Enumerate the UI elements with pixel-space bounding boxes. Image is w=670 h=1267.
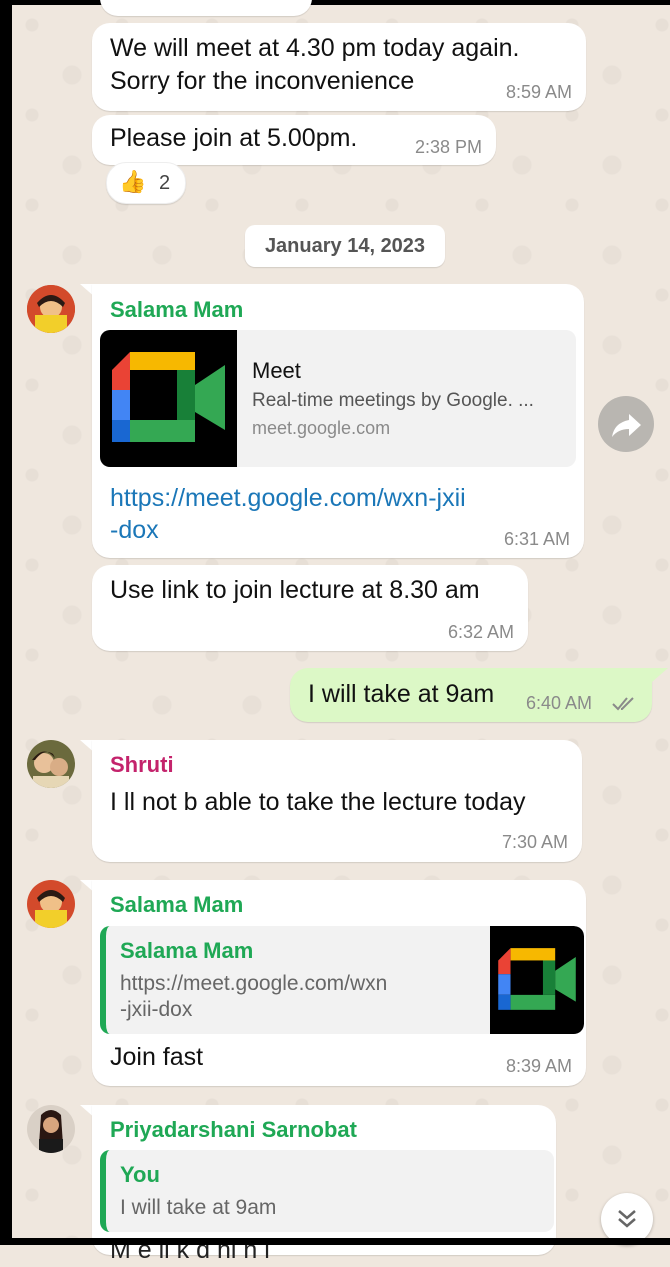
sender-name[interactable]: Priyadarshani Sarnobat xyxy=(110,1117,357,1143)
message-time: 6:32 AM xyxy=(447,622,514,642)
message-text: Please join at 5.00pm. xyxy=(110,124,358,152)
message-time: 6:40 AM xyxy=(526,693,593,713)
thumbs-up-icon: 👍 xyxy=(119,169,147,194)
avatar[interactable] xyxy=(27,1105,75,1153)
message-bubble-link-preview[interactable]: Salama Mam Meet Real-time meetings by Go… xyxy=(92,284,584,558)
double-check-icon xyxy=(612,697,634,711)
bubble-tail xyxy=(652,668,668,682)
quoted-message[interactable]: Salama Mam https://meet.google.com/wxn -… xyxy=(100,926,584,1034)
message-text: Use link to join lecture at 8.30 am xyxy=(110,576,480,604)
quoted-message[interactable]: You I will take at 9am xyxy=(100,1150,554,1232)
sender-name[interactable]: Salama Mam xyxy=(110,892,243,918)
message-time: 2:38 PM xyxy=(414,137,482,157)
link-preview-title: Meet xyxy=(252,358,301,383)
quoted-text: -jxii-dox xyxy=(120,998,193,1021)
quoted-text: I will take at 9am xyxy=(120,1196,277,1219)
message-link[interactable]: -dox xyxy=(110,513,159,547)
forward-button[interactable] xyxy=(598,396,654,452)
reaction-count: 2 xyxy=(159,172,171,194)
message-text: We will meet at 4.30 pm today again. xyxy=(110,34,520,62)
sender-name[interactable]: Salama Mam xyxy=(110,297,243,323)
message-bubble-reply[interactable]: Salama Mam Salama Mam https://meet.googl… xyxy=(92,880,586,1086)
message-time: 7:30 AM xyxy=(501,832,568,852)
message-bubble[interactable]: We will meet at 4.30 pm today again. Sor… xyxy=(92,23,586,111)
message-text: I will take at 9am xyxy=(308,680,495,708)
date-chip: January 14, 2023 xyxy=(245,225,445,267)
avatar[interactable] xyxy=(27,285,75,333)
date-chip-label: January 14, 2023 xyxy=(264,235,426,257)
message-bubble[interactable]: Use link to join lecture at 8.30 am 6:32… xyxy=(92,565,528,651)
message-bubble[interactable]: Please join at 5.00pm. 2:38 PM xyxy=(92,115,496,165)
quoted-text: https://meet.google.com/wxn xyxy=(120,972,388,995)
message-link[interactable]: https://meet.google.com/wxn-jxii xyxy=(110,481,466,515)
message-text: Sorry for the inconvenience xyxy=(110,67,415,95)
message-text: I ll not b able to take the lecture toda… xyxy=(110,788,526,816)
avatar[interactable] xyxy=(27,740,75,788)
quoted-thumbnail xyxy=(490,926,584,1034)
reaction-pill[interactable]: 👍 2 xyxy=(106,162,186,204)
message-time: 8:39 AM xyxy=(505,1056,572,1076)
sender-name[interactable]: Shruti xyxy=(110,752,174,778)
message-bubble-outgoing[interactable]: I will take at 9am 6:40 AM xyxy=(290,668,652,722)
message-text: Join fast xyxy=(110,1043,204,1071)
link-preview-card[interactable]: Meet Real-time meetings by Google. ... m… xyxy=(100,330,576,467)
message-bubble-reply[interactable]: Priyadarshani Sarnobat You I will take a… xyxy=(92,1105,556,1264)
message-bubble-cutoff[interactable] xyxy=(100,0,312,16)
message-bubble[interactable]: Shruti I ll not b able to take the lectu… xyxy=(92,740,582,862)
link-preview-domain: meet.google.com xyxy=(252,418,391,438)
google-meet-icon xyxy=(112,352,225,442)
share-forward-icon xyxy=(612,414,641,437)
screen-edge xyxy=(0,0,12,1245)
quoted-author: Salama Mam xyxy=(120,938,254,963)
quoted-author: You xyxy=(120,1162,160,1187)
avatar[interactable] xyxy=(27,880,75,928)
link-preview-description: Real-time meetings by Google. ... xyxy=(252,390,534,411)
screen-edge-bottom xyxy=(0,1238,670,1245)
google-meet-logo xyxy=(100,330,237,467)
message-time: 8:59 AM xyxy=(505,82,572,102)
google-meet-icon xyxy=(498,948,576,1010)
message-time: 6:31 AM xyxy=(503,529,570,549)
